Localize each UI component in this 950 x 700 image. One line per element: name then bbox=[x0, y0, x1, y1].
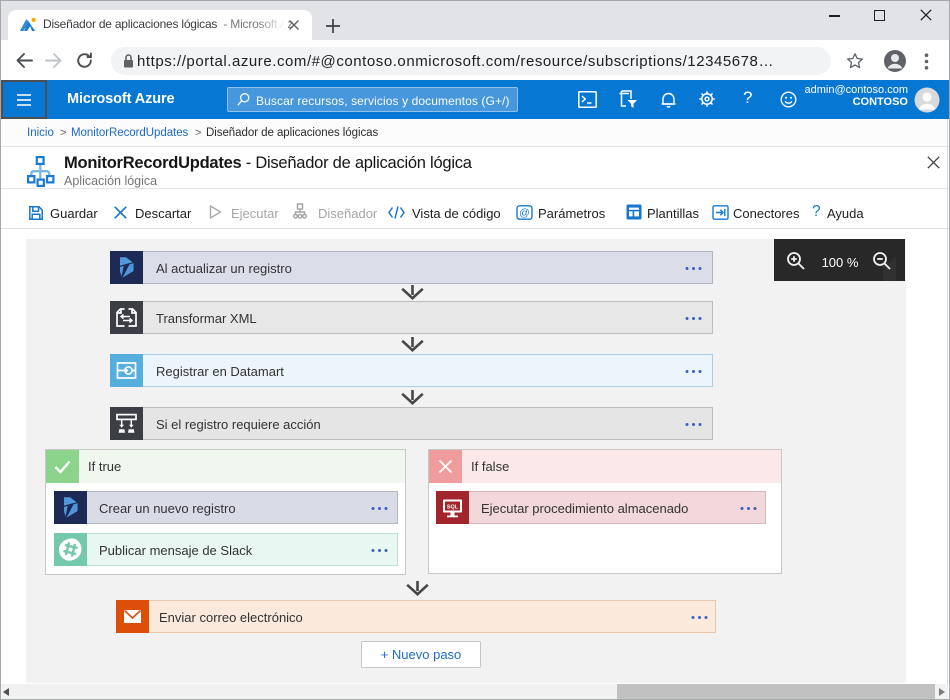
svg-text:SQL: SQL bbox=[447, 505, 459, 511]
svg-text:@: @ bbox=[519, 207, 530, 219]
